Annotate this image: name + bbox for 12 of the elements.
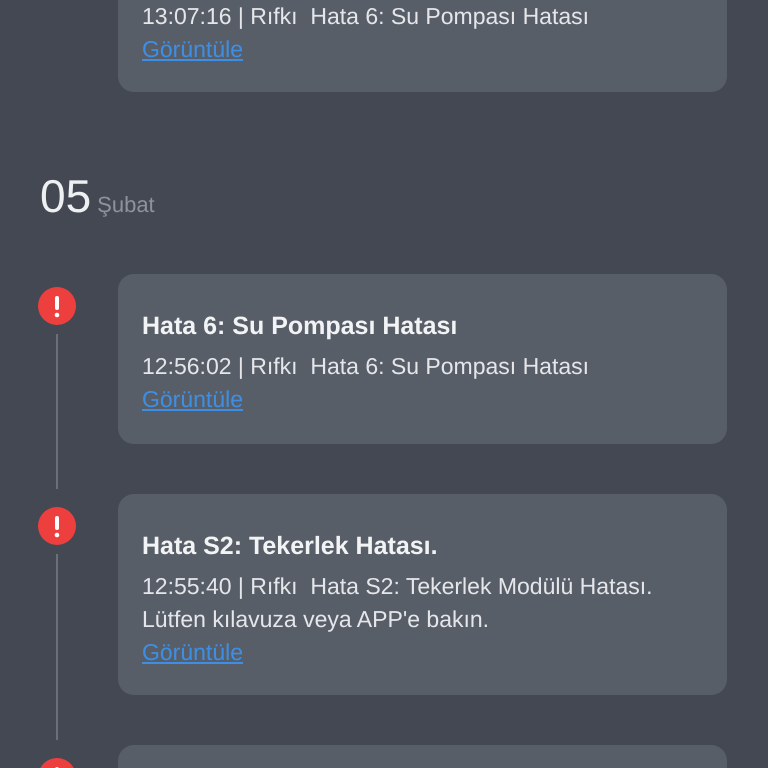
event-title: Hata 6: Su Pompası Hatası [142,311,458,342]
error-icon [38,287,76,325]
event-details: 12:56:02 | Rıfkı Hata 6: Su Pompası Hatası [142,352,590,381]
event-details: 12:55:40 | Rıfkı Hata S2: Tekerlek Modülü Hatası. Lütfen kılavuza veya APP'e bakın. [142,572,654,634]
date-month: Şubat [97,192,155,218]
date-day: 05 [40,170,92,222]
view-link[interactable]: Görüntüle [142,383,244,416]
event-details: 13:07:16 | Rıfkı Hata 6: Su Pompası Hatası [142,2,590,31]
view-link[interactable]: Görüntüle [142,33,244,66]
event-title: Hata S2: Tekerlek Hatası. [142,531,439,562]
view-link[interactable]: Görüntüle [142,636,244,669]
error-icon [38,507,76,545]
